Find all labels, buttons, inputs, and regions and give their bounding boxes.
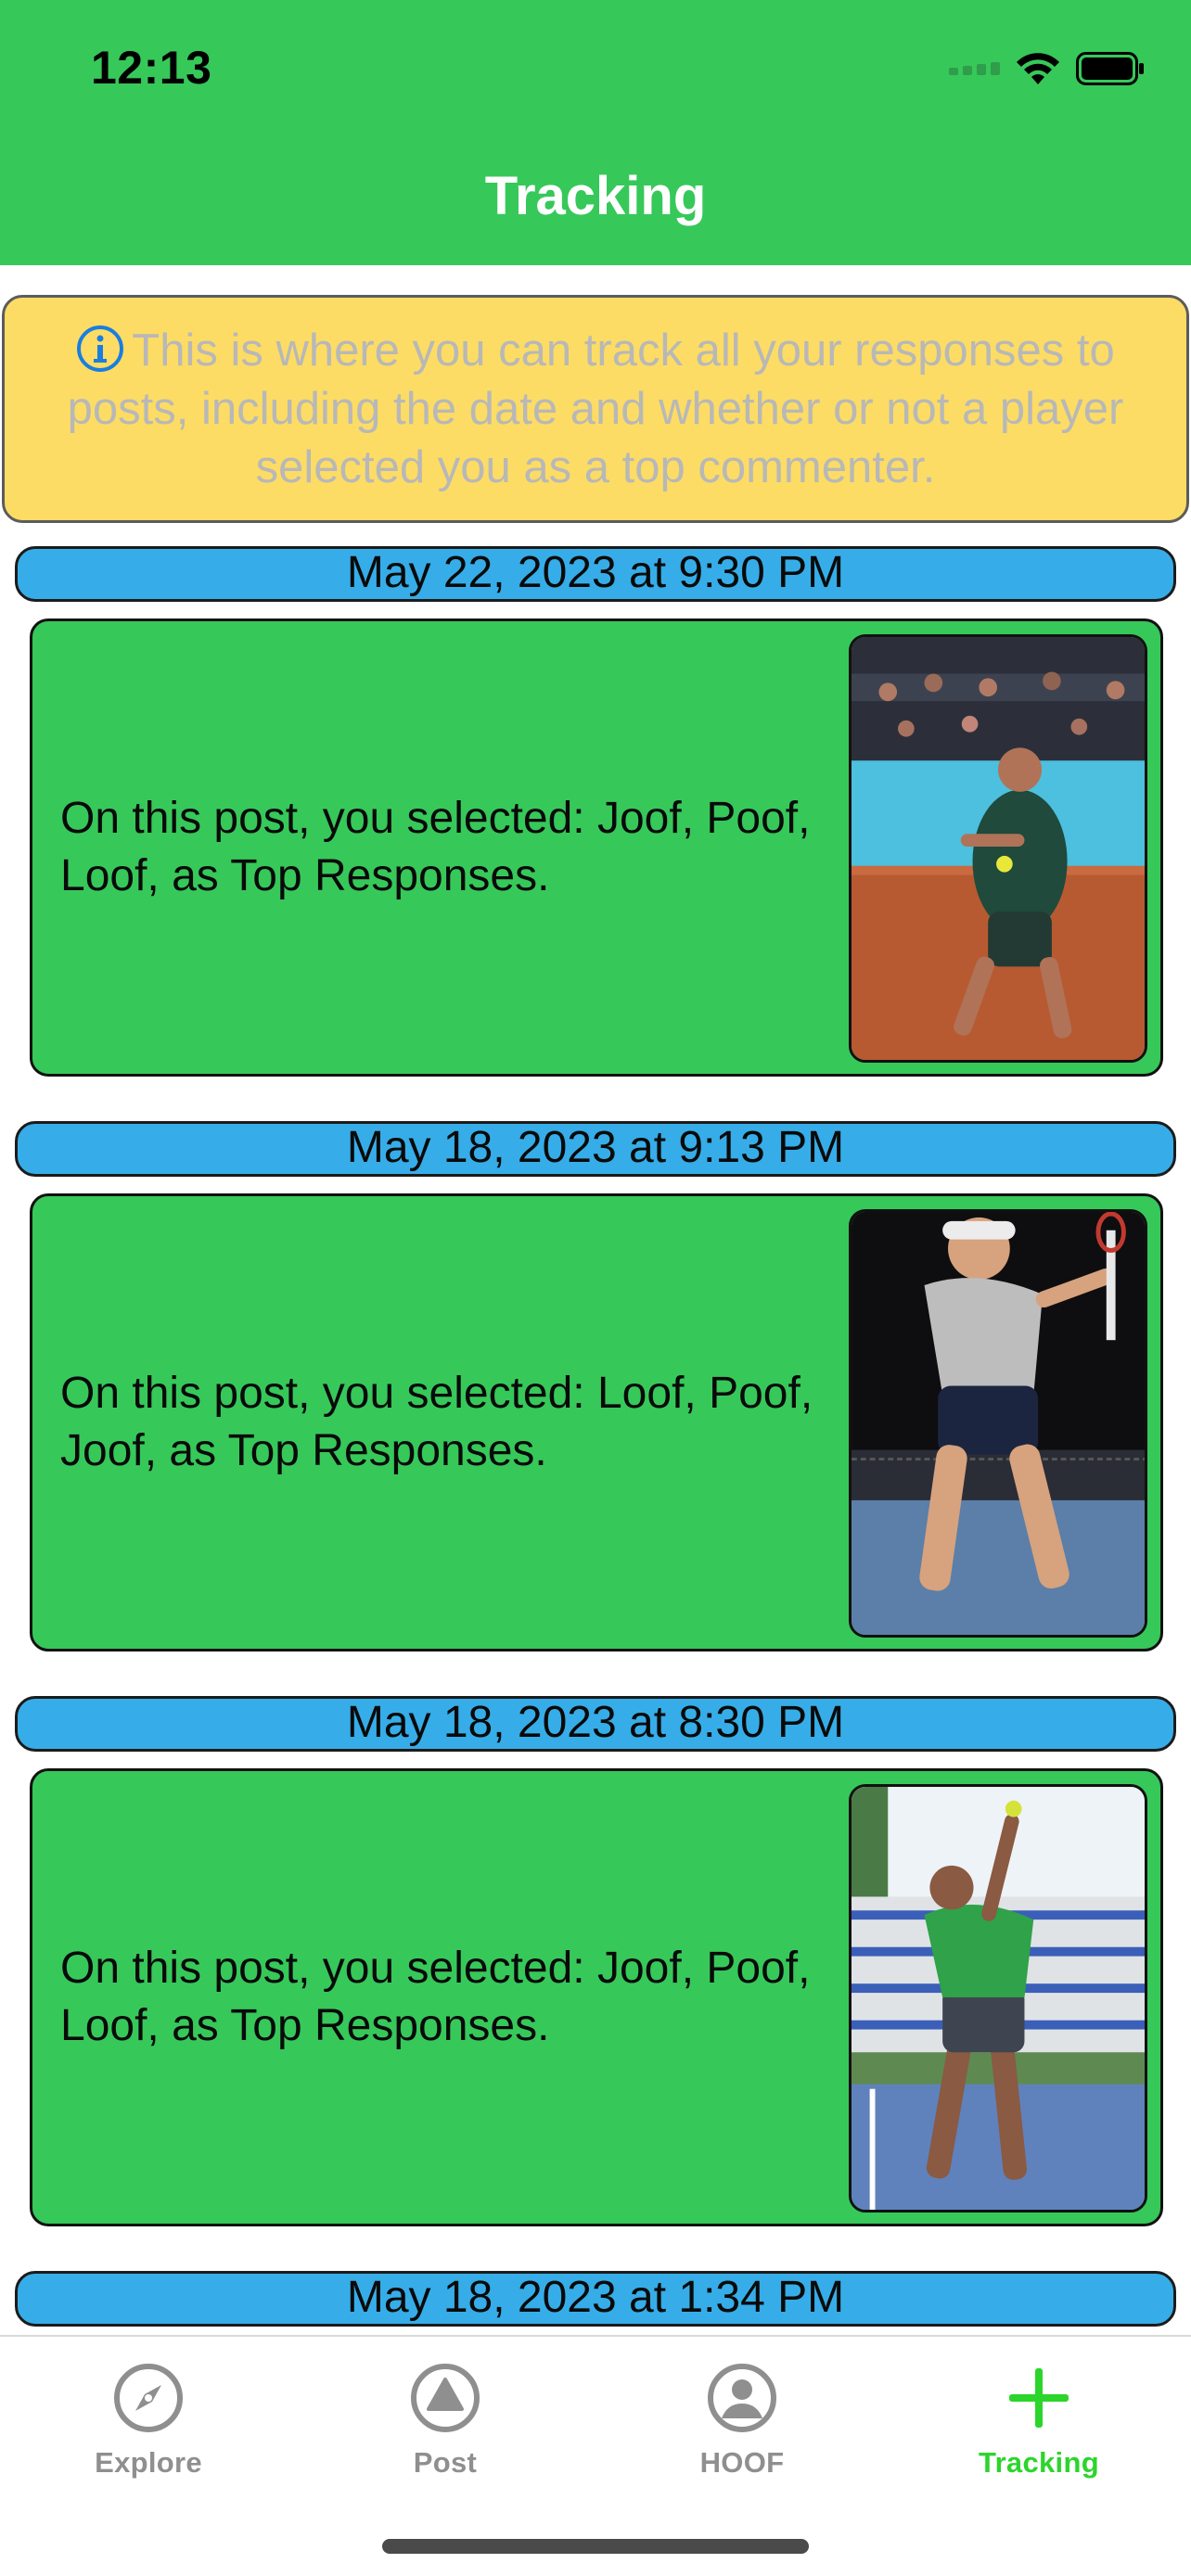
status-icons: [949, 52, 1145, 85]
info-banner-message: This is where you can track all your res…: [67, 325, 1124, 492]
tennis-player-serve-photo[interactable]: [849, 1784, 1147, 2213]
info-banner-text: This is where you can track all your res…: [23, 322, 1168, 497]
tab-tracking[interactable]: Tracking: [890, 2361, 1187, 2480]
tracking-card[interactable]: On this post, you selected: Joof, Poof, …: [30, 618, 1163, 1077]
tab-post[interactable]: Post: [297, 2361, 594, 2480]
tracking-card-text: On this post, you selected: Joof, Poof, …: [60, 794, 811, 900]
info-banner: This is where you can track all your res…: [2, 295, 1189, 523]
tab-label: HOOF: [699, 2446, 785, 2479]
tennis-player-backhand-photo[interactable]: [849, 1209, 1147, 1638]
tab-label: Explore: [95, 2446, 202, 2479]
tracking-card[interactable]: On this post, you selected: Loof, Poof, …: [30, 1193, 1163, 1651]
triangle-circle-icon: [411, 2364, 480, 2432]
cellular-signal-icon: [949, 62, 1000, 75]
compass-icon: [114, 2364, 183, 2432]
tab-label: Post: [413, 2446, 478, 2479]
entry-date: May 22, 2023 at 9:30 PM: [15, 546, 1176, 602]
tab-label: Tracking: [979, 2446, 1099, 2479]
battery-icon: [1076, 52, 1145, 85]
nav-header: 12:13 Tracking: [0, 0, 1191, 265]
tracking-card-text: On this post, you selected: Joof, Poof, …: [60, 1944, 811, 2050]
info-circle-icon: [77, 325, 124, 372]
tracking-card[interactable]: On this post, you selected: Joof, Poof, …: [30, 1768, 1163, 2226]
person-circle-icon: [708, 2364, 776, 2432]
tracking-feed[interactable]: May 22, 2023 at 9:30 PM On this post, yo…: [0, 542, 1191, 2334]
home-indicator[interactable]: [382, 2539, 809, 2554]
entry-date: May 18, 2023 at 8:30 PM: [15, 1696, 1176, 1752]
tennis-player-clay-court-photo[interactable]: [849, 634, 1147, 1063]
entry-date: May 18, 2023 at 1:34 PM: [15, 2271, 1176, 2327]
entry-date: May 18, 2023 at 9:13 PM: [15, 1121, 1176, 1177]
tab-explore[interactable]: Explore: [0, 2361, 297, 2480]
page-title: Tracking: [484, 166, 707, 226]
wifi-icon: [1017, 53, 1059, 84]
tab-hoof[interactable]: HOOF: [594, 2361, 890, 2480]
tracking-card-text: On this post, you selected: Loof, Poof, …: [60, 1369, 813, 1475]
status-time: 12:13: [91, 42, 212, 94]
plus-icon: [1009, 2368, 1069, 2428]
